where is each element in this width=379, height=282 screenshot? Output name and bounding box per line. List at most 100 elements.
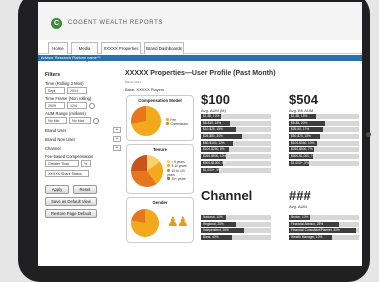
restore-page-default-button[interactable]: Restore Page Default xyxy=(45,209,97,218)
apply-button[interactable]: Apply xyxy=(45,185,69,194)
bar-label: $500-$1000, 5% xyxy=(203,160,227,165)
aum-range-label: AUM Range (millions) xyxy=(45,111,86,116)
legend-swatch xyxy=(167,168,170,172)
gender-title: Gender xyxy=(152,200,168,205)
time-frame-start-input[interactable]: 2009 xyxy=(45,102,65,109)
tenure-pie xyxy=(131,155,163,187)
brand-header: C COGENT WEALTH REPORTS xyxy=(38,2,362,40)
info-icon[interactable] xyxy=(93,117,99,124)
bar-row: $1,000+, 5% xyxy=(201,167,271,173)
bar-label: $1-$5, 15% xyxy=(291,114,308,118)
time-rolling-month-select[interactable]: Sept xyxy=(45,87,65,94)
page-subtitle: March 2014 xyxy=(125,80,141,84)
bar-row: $500-$1,000, 7% xyxy=(289,154,359,160)
aum-max-select[interactable]: No Max xyxy=(69,117,91,124)
tablet-frame: C COGENT WEALTH REPORTS Home Media Usage… xyxy=(18,0,371,282)
avg-aum-2-label: Avg. AUM xyxy=(289,204,307,209)
legend-swatch xyxy=(166,122,169,126)
bar-label: Financial Advisor, 25% xyxy=(291,221,324,226)
filters-sidebar: Filters Time (Rolling 3 Mos) Sept 2014 T… xyxy=(45,72,121,218)
bar-row: Independent, 25% xyxy=(201,228,271,234)
compensation-panel: Compensation Model Fee Commission xyxy=(126,95,194,141)
avg-bk-aum-label: Avg. BK AUM xyxy=(289,108,314,113)
tenure-panel: Tenure < 5 years 5-10 years 10 to <20 ye… xyxy=(126,144,194,194)
gender-pie xyxy=(131,209,159,237)
channel-title: Channel xyxy=(201,188,253,203)
compensation-pie xyxy=(131,106,161,136)
legend-20plus: 20+ years xyxy=(171,177,186,182)
bar-label: $50-$100, 12% xyxy=(203,140,225,145)
bar-label: $100-$350, 10% xyxy=(291,140,315,145)
fee-operator-select[interactable]: Greater Than xyxy=(45,160,79,167)
brand-name: COGENT WEALTH REPORTS xyxy=(68,20,163,26)
bar-label: National, 10% xyxy=(203,215,223,219)
filter-channel-expand-icon[interactable]: + xyxy=(113,145,121,151)
bar-label: $1-$5, 10% xyxy=(203,114,220,118)
bar-row: $250-$500, 7% xyxy=(289,147,359,153)
tab-brand-dashboards[interactable]: Brand Dashboards xyxy=(144,42,184,54)
nav-tabs: Home Media Usage XXXXX Properties Brand … xyxy=(38,41,362,62)
bar-row: Wealth Manager, 10% xyxy=(289,235,359,241)
bar-label: Independent, 25% xyxy=(203,228,229,233)
time-frame-end-input[interactable]: 12/4 xyxy=(67,102,87,109)
bar-label: $1,000+, 5% xyxy=(203,167,221,172)
bar-row: Regional, 20% xyxy=(201,221,271,227)
avg-aum-2-value: ### xyxy=(289,188,311,203)
bar-row: $25-50, 17% xyxy=(289,127,359,133)
bar-label: $25-$50, 20% xyxy=(203,134,223,139)
tenure-title: Tenure xyxy=(152,147,167,152)
compensation-legend: Fee Commission xyxy=(166,118,188,127)
tenure-legend: < 5 years 5-10 years 10 to <20 years 20+… xyxy=(167,160,193,181)
filters-title: Filters xyxy=(45,72,61,78)
tab-home[interactable]: Home xyxy=(48,42,68,54)
reset-button[interactable]: Reset xyxy=(73,185,97,194)
bar-row: $5-$5, 20% xyxy=(289,120,359,126)
save-default-view-button[interactable]: Save as Default View xyxy=(45,197,97,206)
tab-media-usage[interactable]: Media Usage xyxy=(71,42,98,62)
aum-min-select[interactable]: No Min xyxy=(45,117,67,124)
bar-label: $250-$500, 10% xyxy=(203,154,227,159)
legend-swatch xyxy=(167,160,170,163)
bar-row: $1-$5, 10% xyxy=(201,114,271,119)
page-title: XXXXX Properties—User Profile (Past Mont… xyxy=(125,70,276,77)
bar-label: $5-$5, 20% xyxy=(291,120,308,125)
fee-percent-input[interactable]: % xyxy=(81,160,91,167)
avg-aum-value: $100 xyxy=(201,92,230,107)
bar-row: $25-$50, 20% xyxy=(201,134,271,140)
bar-row: Broker, 10% xyxy=(289,215,359,220)
cogent-logo-icon: C xyxy=(51,18,62,29)
bar-row: $100-$250, 8% xyxy=(201,147,271,153)
calendar-icon[interactable] xyxy=(89,102,95,109)
bar-row: Financial Advisor, 25% xyxy=(289,221,359,227)
time-frame-label: Time Frame (Non rolling) xyxy=(45,96,92,101)
gender-panel: Gender ♟ ♟ xyxy=(126,197,194,243)
bar-row: $1,000+, 5% xyxy=(289,160,359,166)
bar-label: Regional, 20% xyxy=(203,221,224,226)
legend-swatch xyxy=(167,164,170,168)
bar-label: $5-$10, 15% xyxy=(203,120,222,125)
camera-dot xyxy=(366,132,371,137)
filter-brand-non-user-expand-icon[interactable]: + xyxy=(113,136,121,142)
property-status-select[interactable]: XXXXX Share Status xyxy=(45,170,89,177)
app-screen: C COGENT WEALTH REPORTS Home Media Usage… xyxy=(38,2,362,266)
bar-label: $50-$75, 15% xyxy=(291,134,311,139)
breadcrumb-text[interactable]: Advisor Research Platform name™ xyxy=(41,55,101,61)
avg-aum-bars: $1-$5, 10% $5-$10, 15% $10-$25, 15% $25-$50… xyxy=(201,114,271,174)
legend-commission: Commission xyxy=(170,122,189,127)
bar-label: $250-$500, 7% xyxy=(291,147,313,152)
legend-swatch xyxy=(167,177,170,181)
bar-row: $500-$1000, 5% xyxy=(201,160,271,166)
bar-label: Wealth Manager, 10% xyxy=(291,235,323,240)
bar-label: $25-50, 17% xyxy=(291,127,310,132)
bar-row: $50-$100, 12% xyxy=(201,140,271,146)
fee-compensation-label: Fee-based Compensation xyxy=(45,154,94,159)
time-rolling-year-select[interactable]: 2014 xyxy=(67,87,87,94)
filter-brand-non-user-label: Brand Non User xyxy=(45,136,76,142)
bar-row: $10-$25, 15% xyxy=(201,127,271,133)
time-rolling-label: Time (Rolling 3 Mos) xyxy=(45,81,84,86)
bar-row: National, 10% xyxy=(201,215,271,220)
tab-properties[interactable]: XXXXX Properties xyxy=(101,42,141,54)
bar-label: Bank, 40% xyxy=(203,235,219,240)
bar-row: Financial Consultant/Planner, 40% xyxy=(289,228,359,234)
filter-brand-user-expand-icon[interactable]: + xyxy=(113,127,121,133)
